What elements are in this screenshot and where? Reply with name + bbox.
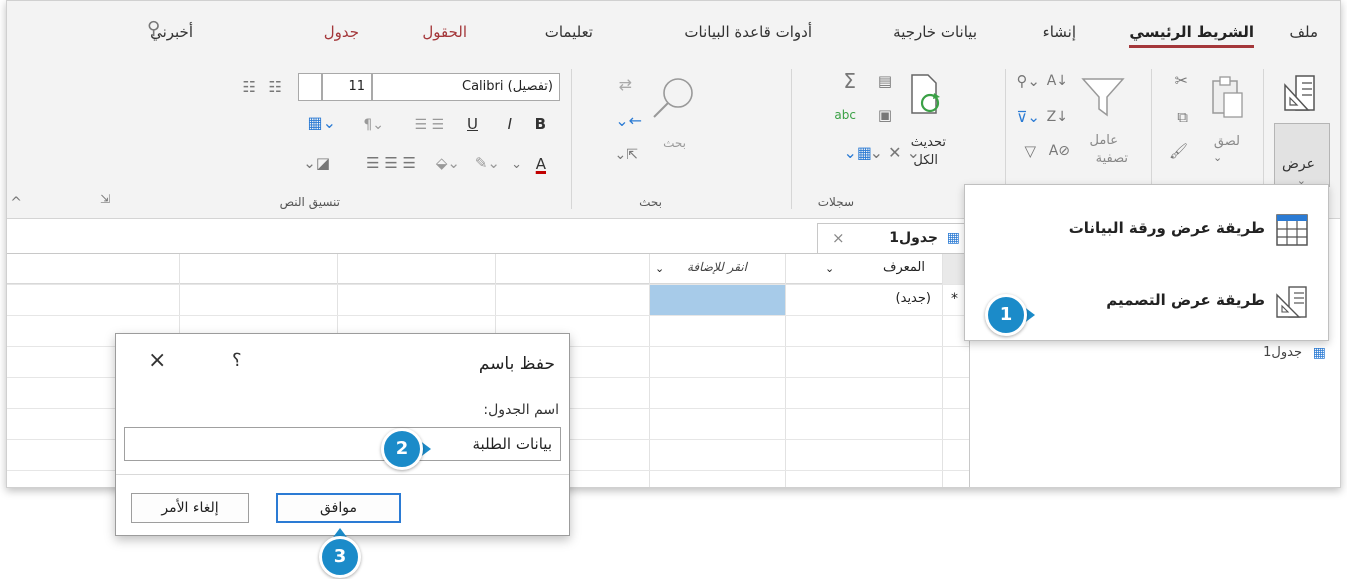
close-icon[interactable]: × [148, 348, 166, 373]
new-record-marker: * [951, 291, 958, 307]
menu-label-datasheet-view: طريقة عرض ورقة البيانات [1068, 219, 1265, 237]
numbering-icon[interactable]: ☷ [269, 79, 282, 95]
remove-sort-icon[interactable]: A⊘ [1049, 143, 1070, 159]
save-as-dialog: حفظ باسم ؟ × اسم الجدول: موافق إلغاء الأ… [115, 333, 570, 536]
highlight-icon[interactable]: ✎⌄ [475, 155, 500, 171]
chevron-down-icon: ⌄ [1213, 151, 1223, 164]
ok-button[interactable]: موافق [276, 493, 401, 523]
search-icon[interactable]: ⚲ [147, 20, 160, 38]
cancel-button[interactable]: إلغاء الأمر [131, 493, 249, 523]
chevron-down-icon: ⌄ [511, 157, 522, 172]
nav-item-table1[interactable]: جدول1 [1263, 345, 1302, 360]
table-name-input[interactable] [124, 427, 561, 461]
italic-button[interactable]: I [508, 115, 512, 133]
table-icon: ▦ [946, 230, 960, 246]
design-view-icon [1284, 75, 1315, 111]
step-badge-1: 1 [985, 294, 1035, 336]
close-tab-icon[interactable]: × [832, 229, 845, 247]
text-format-group-label: تنسيق النص [279, 195, 340, 209]
view-label: عرض [1281, 156, 1315, 172]
select-icon[interactable]: ⌄⇱ [615, 147, 638, 163]
alternate-fill-icon[interactable]: ⌄◪ [303, 155, 330, 171]
dialog-title: حفظ باسم [478, 354, 555, 374]
records-group-label: سجلات [817, 195, 854, 209]
indent-icons[interactable]: ☰ ☰ [414, 117, 444, 133]
bullets-icon[interactable]: ☷ [243, 79, 256, 95]
font-name-combo[interactable]: (تفصيل) Calibri [372, 73, 560, 101]
column-header-click-to-add[interactable]: انقر للإضافة [687, 260, 747, 274]
go-to-icon[interactable]: ⌄← [615, 113, 642, 129]
collapse-ribbon-icon[interactable]: ^ [10, 195, 22, 211]
filter-label-2: تصفية [1095, 151, 1128, 166]
background-color-icon[interactable]: ⬙⌄ [436, 155, 460, 171]
gridlines-icon[interactable]: ▦⌄ [307, 115, 336, 131]
save-record-icon[interactable]: ▣ [878, 107, 892, 123]
step-badge-3: 3 [319, 528, 361, 578]
new-record-cell[interactable]: (جديد) [896, 291, 931, 306]
design-view-icon [1276, 286, 1307, 318]
refresh-all-icon[interactable] [908, 73, 942, 115]
chevron-down-icon[interactable]: ⌄ [825, 262, 834, 275]
selection-filter-icon[interactable]: ⚲⌄ [1016, 73, 1040, 89]
table-icon: ▦ [1312, 345, 1326, 361]
sort-descending-icon[interactable]: Z↓ [1047, 109, 1068, 125]
tab-fields[interactable]: الحقول [422, 23, 467, 41]
replace-icon[interactable]: ⇄ [619, 77, 632, 93]
copy-icon[interactable]: ⧉ [1177, 109, 1188, 125]
delete-record-icon[interactable]: ⌄ ✕ ⌄ [870, 145, 920, 161]
find-icon[interactable] [650, 75, 696, 121]
chevron-down-icon[interactable]: ⌄ [655, 262, 664, 275]
paste-label: لصق [1213, 134, 1240, 149]
tab-table[interactable]: جدول [324, 23, 359, 41]
font-color-button[interactable]: A [536, 155, 546, 173]
paste-icon[interactable] [1210, 75, 1244, 119]
tab-create[interactable]: إنشاء [1043, 23, 1076, 41]
ribbon-tabs: ملف الشريط الرئيسي إنشاء بيانات خارجية أ… [7, 1, 1340, 61]
menu-item-datasheet-view[interactable]: طريقة عرض ورقة البيانات [966, 199, 1327, 261]
menu-label-design-view: طريقة عرض التصميم [1106, 291, 1265, 309]
underline-button[interactable]: U [467, 115, 478, 133]
filter-icon[interactable] [1080, 75, 1126, 119]
font-size-dropdown[interactable] [298, 73, 322, 101]
document-tab[interactable]: ▦ جدول1 × [817, 223, 969, 253]
dialog-launcher-icon[interactable]: ⇲ [100, 191, 110, 207]
table-name-label: اسم الجدول: [483, 402, 559, 418]
spelling-icon[interactable]: abc [834, 107, 856, 123]
tab-database-tools[interactable]: أدوات قاعدة البيانات [684, 23, 812, 41]
tab-external-data[interactable]: بيانات خارجية [893, 23, 977, 41]
new-field-cell[interactable] [649, 285, 785, 315]
paragraph-icon[interactable]: ¶⌄ [363, 117, 384, 133]
advanced-filter-icon[interactable]: ⊽⌄ [1016, 109, 1040, 125]
bold-button[interactable]: B [535, 115, 546, 133]
step-badge-2: 2 [381, 428, 431, 470]
datasheet-view-icon [1276, 214, 1308, 246]
column-header-id[interactable]: المعرف [883, 260, 925, 275]
filter-label: عامل [1089, 133, 1118, 148]
find-group-label: بحث [639, 195, 662, 209]
new-record-icon[interactable]: ▤ [878, 73, 892, 89]
tab-home[interactable]: الشريط الرئيسي [1129, 23, 1254, 48]
font-size-combo[interactable]: 11 [322, 73, 372, 101]
tab-help[interactable]: تعليمات [545, 23, 593, 41]
help-button[interactable]: ؟ [232, 350, 242, 371]
tab-file[interactable]: ملف [1289, 23, 1318, 41]
align-icons[interactable]: ☰ ☰ ☰ [366, 155, 416, 171]
document-tab-label: جدول1 [889, 230, 938, 246]
format-painter-icon[interactable]: 🖌 [1169, 143, 1188, 159]
find-label: بحث [663, 136, 686, 150]
more-records-icon[interactable]: ⌄▦ [843, 145, 872, 161]
cut-icon[interactable]: ✂ [1175, 73, 1188, 89]
sort-ascending-icon[interactable]: A↓ [1047, 73, 1068, 89]
toggle-filter-icon[interactable]: ▽ [1024, 143, 1036, 159]
totals-icon[interactable]: Σ [843, 71, 856, 91]
